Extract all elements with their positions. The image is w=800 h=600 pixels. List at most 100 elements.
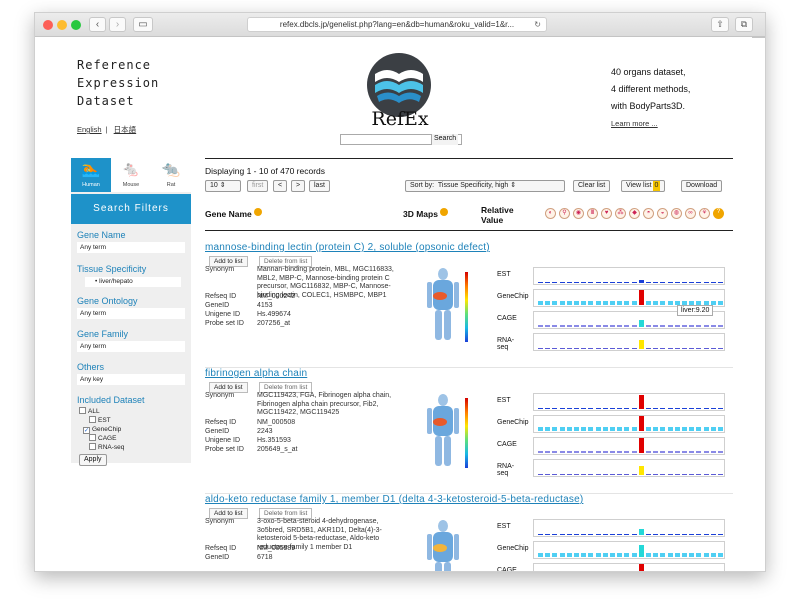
gene-entry: aldo-keto reductase family 1, member D1 … — [205, 494, 733, 572]
expression-track-cage[interactable] — [533, 437, 725, 455]
help-icon[interactable] — [440, 208, 449, 216]
expression-track-rnaseq[interactable] — [533, 459, 725, 477]
3d-body-map-icon[interactable] — [423, 268, 463, 342]
3d-body-map-icon[interactable] — [423, 520, 463, 572]
back-arrow-icon[interactable]: ‹ — [89, 17, 106, 32]
sidebar-toggle-icon[interactable]: ▭ — [133, 17, 153, 32]
checkbox-icon[interactable] — [89, 434, 96, 441]
brain-icon[interactable]: ◐ — [545, 208, 556, 219]
expression-bar — [682, 408, 687, 409]
gene-ontology-input[interactable]: Any term — [77, 308, 185, 319]
pancreas-icon[interactable]: ◒ — [657, 208, 668, 219]
forward-arrow-icon[interactable]: › — [109, 17, 126, 32]
lung-icon[interactable]: ⁂ — [615, 208, 626, 219]
thyroid-icon[interactable]: Ⅲ — [587, 208, 598, 219]
species-tab-human[interactable]: 🏊 Human — [71, 158, 111, 192]
expression-track-cage[interactable] — [533, 563, 725, 571]
minimize-window-icon[interactable] — [57, 20, 67, 30]
kidney-icon[interactable]: ◍ — [671, 208, 682, 219]
expression-bar — [574, 474, 579, 475]
close-window-icon[interactable] — [43, 20, 53, 30]
sort-select[interactable]: Sort by: Tissue Specificity, high ⇕ — [405, 180, 565, 192]
expression-track-genechip[interactable] — [533, 541, 725, 559]
expression-bar — [624, 408, 630, 409]
expression-bar — [689, 427, 695, 431]
species-tab-rat[interactable]: 🐀 Rat — [151, 158, 191, 192]
expression-bar — [660, 408, 666, 409]
expression-bar — [696, 427, 702, 431]
expression-track-rnaseq[interactable] — [533, 333, 725, 351]
liver-icon[interactable]: ◆ — [629, 208, 640, 219]
first-page-button[interactable]: first — [247, 180, 269, 192]
eye-icon[interactable]: ◉ — [573, 208, 584, 219]
checkbox-icon[interactable] — [79, 407, 86, 414]
expression-track-genechip[interactable] — [533, 415, 725, 433]
meta-key: Refseq ID — [205, 419, 237, 426]
expression-bar — [718, 325, 723, 327]
expression-bar — [689, 534, 695, 535]
intestine-icon[interactable]: ∞ — [685, 208, 696, 219]
last-page-button[interactable]: last — [309, 180, 330, 192]
prev-page-button[interactable]: < — [273, 180, 288, 192]
dataset-checkbox-cage[interactable]: CAGE — [89, 434, 116, 443]
expression-bar — [660, 301, 666, 305]
expression-track-est[interactable] — [533, 393, 725, 411]
maximize-window-icon[interactable] — [71, 20, 81, 30]
expression-bar — [689, 451, 695, 453]
dataset-checkbox-genechip[interactable]: ✓ GeneChip — [83, 425, 121, 434]
reload-icon[interactable]: ↻ — [534, 18, 541, 31]
checkmark-icon[interactable]: ✓ — [83, 427, 90, 434]
dataset-checkbox-est[interactable]: EST — [89, 416, 111, 425]
gene-title-link[interactable]: fibrinogen alpha chain — [205, 368, 307, 379]
help-icon[interactable]: ? — [713, 208, 724, 219]
clear-list-button[interactable]: Clear list — [573, 180, 611, 192]
apply-button[interactable]: Apply — [79, 454, 107, 466]
gene-title-link[interactable]: aldo-keto reductase family 1, member D1 … — [205, 494, 583, 505]
stomach-icon[interactable]: ◓ — [643, 208, 654, 219]
expression-bar — [617, 301, 623, 305]
expression-bar — [588, 348, 594, 349]
learn-more-link[interactable]: Learn more ... — [611, 115, 690, 132]
gene-family-input[interactable]: Any term — [77, 341, 185, 352]
expression-bar — [703, 474, 709, 475]
browser-window: ‹ › ▭ refex.dbcls.jp/genelist.php?lang=e… — [34, 12, 766, 572]
expression-bar — [538, 534, 543, 535]
view-list-button[interactable]: View list 0 — [621, 180, 666, 192]
lang-japanese-link[interactable]: 日本語 — [114, 125, 137, 134]
gene-name-input[interactable]: Any term — [77, 242, 185, 253]
lang-english-link[interactable]: English — [77, 125, 102, 134]
others-input[interactable]: Any key — [77, 374, 185, 385]
search-button[interactable]: Search — [431, 134, 459, 145]
dataset-checkbox-rnaseq[interactable]: RNA-seq — [89, 443, 124, 452]
per-page-select[interactable]: 10 ⇕ — [205, 180, 241, 192]
expression-bar — [624, 282, 630, 283]
help-icon[interactable] — [254, 208, 263, 216]
checkbox-icon[interactable] — [89, 416, 96, 423]
share-icon[interactable]: ⇧ — [711, 17, 729, 32]
expression-bar — [710, 408, 716, 409]
expression-track-est[interactable] — [533, 519, 725, 537]
tissue-specificity-select[interactable]: • liver/hepato — [85, 277, 181, 287]
expression-bar — [552, 282, 558, 283]
expression-bar — [660, 474, 666, 475]
muscle-icon[interactable]: ⚘ — [699, 208, 710, 219]
expression-bar — [602, 282, 608, 283]
address-bar[interactable]: refex.dbcls.jp/genelist.php?lang=en&db=h… — [247, 17, 547, 32]
next-page-button[interactable]: > — [291, 180, 306, 192]
tissue-value: liver/hepato — [99, 278, 133, 285]
expression-bar — [588, 474, 594, 475]
expression-bar — [538, 427, 543, 431]
expression-bar — [638, 545, 644, 557]
download-button[interactable]: Download — [681, 180, 723, 192]
tabs-overview-icon[interactable]: ⧉ — [735, 17, 753, 32]
gene-title-link[interactable]: mannose-binding lectin (protein C) 2, so… — [205, 242, 490, 253]
spinal-cord-icon[interactable]: ⚲ — [559, 208, 570, 219]
expression-track-est[interactable] — [533, 267, 725, 285]
expression-bar — [689, 553, 695, 557]
expression-bar — [624, 553, 630, 557]
dataset-checkbox-all[interactable]: ALL — [79, 407, 100, 416]
3d-body-map-icon[interactable] — [423, 394, 463, 468]
checkbox-icon[interactable] — [89, 443, 96, 450]
species-tab-mouse[interactable]: 🐁 Mouse — [111, 158, 151, 192]
heart-icon[interactable]: ♥ — [601, 208, 612, 219]
